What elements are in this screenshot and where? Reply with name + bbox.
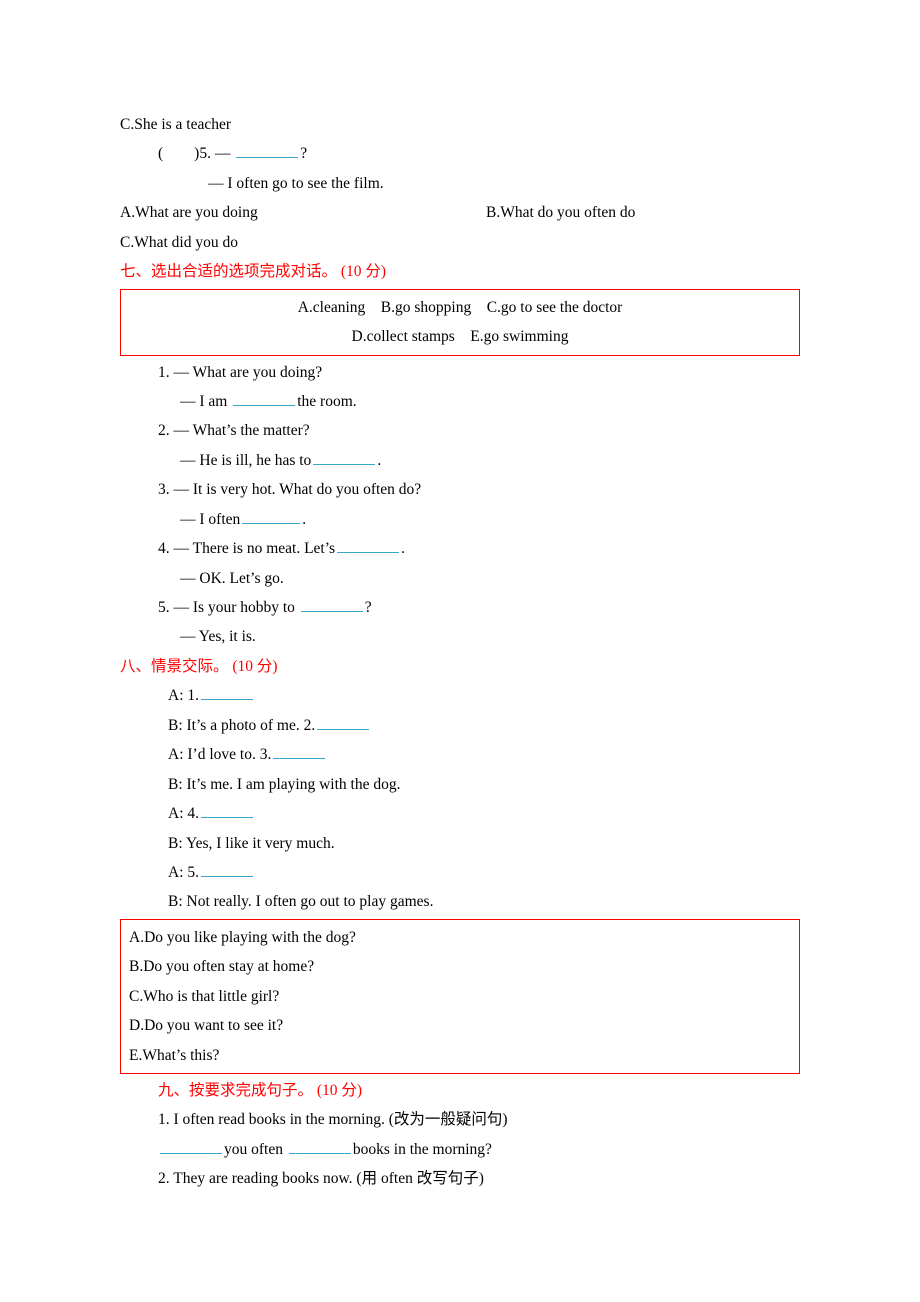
blank-s8-5[interactable] [201, 860, 253, 877]
blank-s7-4[interactable] [337, 537, 399, 554]
s8-line-b1: B: It’s a photo of me. 2. [120, 711, 800, 740]
s7-q3-line2: — I often. [120, 505, 800, 534]
s8-line-a3: A: 4. [120, 799, 800, 828]
blank-s8-1[interactable] [201, 684, 253, 701]
box8-d: D.Do you want to see it? [129, 1011, 791, 1040]
blank-s7-5[interactable] [301, 596, 363, 613]
s9-q1-mid: you often [224, 1141, 287, 1158]
s7-q2-pre: — He is ill, he has to [180, 452, 311, 469]
box8-a: A.Do you like playing with the dog? [129, 923, 791, 952]
question-5-tail: ? [300, 145, 307, 162]
s7-q3-pre: — I often [180, 511, 240, 528]
blank-s7-1[interactable] [233, 389, 295, 406]
s7-q2-post: . [377, 452, 381, 469]
blank-s9-1b[interactable] [289, 1137, 351, 1154]
question-5-number: ( )5. — [158, 145, 234, 162]
s7-q5-line2: — Yes, it is. [120, 622, 800, 651]
blank-s8-4[interactable] [201, 802, 253, 819]
s7-q4-post: . [401, 540, 405, 557]
blank-s7-2[interactable] [313, 448, 375, 465]
s7-q1-pre: — I am [180, 393, 231, 410]
blank-s9-1a[interactable] [160, 1137, 222, 1154]
document-page: C.She is a teacher ( )5. — ? — I often g… [0, 0, 920, 1254]
s7-q3-post: . [302, 511, 306, 528]
s9-q2: 2. They are reading books now. (用 often … [120, 1164, 800, 1193]
s7-q5-pre: 5. — Is your hobby to [158, 599, 299, 616]
section-8-heading: 八、情景交际。 (10 分) [120, 652, 800, 681]
question-5-line2: — I often go to see the film. [120, 169, 800, 198]
s7-q1-line2: — I am the room. [120, 387, 800, 416]
s8-line-b3: B: Yes, I like it very much. [120, 829, 800, 858]
s8-a1-text: A: 1. [168, 687, 199, 704]
s8-b1-text: B: It’s a photo of me. 2. [168, 717, 315, 734]
blank-s8-2[interactable] [317, 713, 369, 730]
s8-a2-text: A: I’d love to. 3. [168, 746, 271, 763]
question-5-options-ab: A.What are you doing B.What do you often… [120, 198, 800, 227]
s7-q2-line1: 2. — What’s the matter? [120, 416, 800, 445]
s8-line-a1: A: 1. [120, 681, 800, 710]
s8-line-a2: A: I’d love to. 3. [120, 740, 800, 769]
box7-line2: D.collect stamps E.go swimming [129, 322, 791, 351]
s7-q5-line1: 5. — Is your hobby to ? [120, 593, 800, 622]
s8-line-a4: A: 5. [120, 858, 800, 887]
blank-s8-3[interactable] [273, 743, 325, 760]
s7-q3-line1: 3. — It is very hot. What do you often d… [120, 475, 800, 504]
s9-q1-post: books in the morning? [353, 1141, 492, 1158]
s7-q4-line1: 4. — There is no meat. Let’s. [120, 534, 800, 563]
option-b-often-do: B.What do you often do [486, 198, 800, 227]
option-c-did-you: C.What did you do [120, 228, 800, 257]
s8-a3-text: A: 4. [168, 805, 199, 822]
s7-q2-line2: — He is ill, he has to. [120, 446, 800, 475]
section-7-option-box: A.cleaning B.go shopping C.go to see the… [120, 289, 800, 356]
box8-e: E.What’s this? [129, 1041, 791, 1070]
s8-line-b2: B: It’s me. I am playing with the dog. [120, 770, 800, 799]
section-7-heading: 七、选出合适的选项完成对话。 (10 分) [120, 257, 800, 286]
s7-q1-line1: 1. — What are you doing? [120, 358, 800, 387]
box7-line1: A.cleaning B.go shopping C.go to see the… [129, 293, 791, 322]
s7-q1-post: the room. [297, 393, 356, 410]
option-a-doing: A.What are you doing [120, 198, 486, 227]
s7-q5-post: ? [365, 599, 372, 616]
s9-q1: 1. I often read books in the morning. (改… [120, 1105, 800, 1134]
option-c-teacher: C.She is a teacher [120, 110, 800, 139]
blank-s7-3[interactable] [242, 507, 300, 524]
box8-b: B.Do you often stay at home? [129, 952, 791, 981]
s7-q4-pre: 4. — There is no meat. Let’s [158, 540, 335, 557]
section-9-heading: 九、按要求完成句子。 (10 分) [120, 1076, 800, 1105]
s9-q1-fill: you often books in the morning? [120, 1135, 800, 1164]
blank-q5[interactable] [236, 142, 298, 159]
section-8-option-box: A.Do you like playing with the dog? B.Do… [120, 919, 800, 1074]
s8-line-b4: B: Not really. I often go out to play ga… [120, 887, 800, 916]
s8-a4-text: A: 5. [168, 864, 199, 881]
box8-c: C.Who is that little girl? [129, 982, 791, 1011]
s7-q4-line2: — OK. Let’s go. [120, 564, 800, 593]
question-5-line1: ( )5. — ? [120, 139, 800, 168]
